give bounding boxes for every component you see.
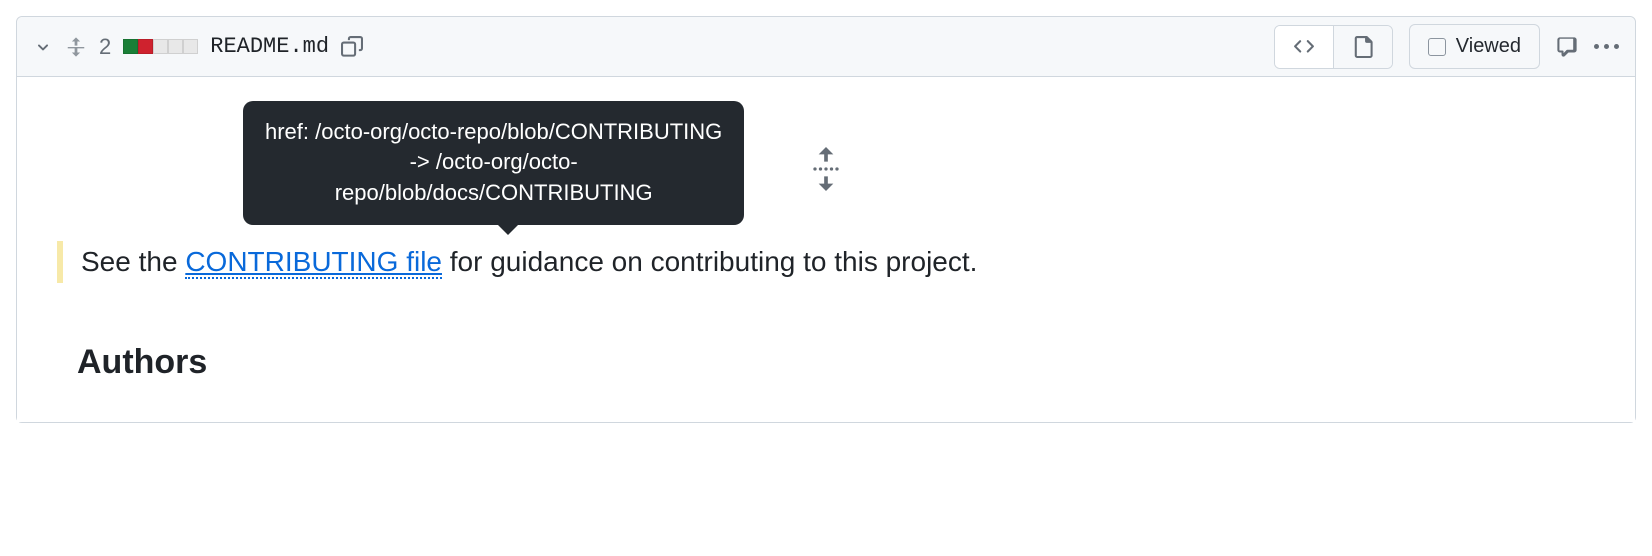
kebab-menu-icon[interactable] <box>1594 44 1619 49</box>
file-diff-container: 2 README.md Viewed <box>16 16 1636 423</box>
source-view-button[interactable] <box>1275 26 1333 68</box>
rich-view-button[interactable] <box>1333 26 1392 68</box>
filename-label[interactable]: README.md <box>210 34 329 59</box>
viewed-toggle-button[interactable]: Viewed <box>1409 24 1540 69</box>
contributing-link[interactable]: CONTRIBUTING file <box>185 246 442 279</box>
viewed-label: Viewed <box>1456 35 1521 58</box>
diff-text-prefix: See the <box>81 246 185 277</box>
file-header: 2 README.md Viewed <box>17 17 1635 77</box>
authors-heading: Authors <box>77 343 1635 382</box>
file-icon <box>1352 36 1374 58</box>
href-diff-tooltip: href: /octo-org/octo-repo/blob/CONTRIBUT… <box>243 101 744 225</box>
tooltip-line1: href: /octo-org/octo-repo/blob/CONTRIBUT… <box>265 117 722 148</box>
file-header-left: 2 README.md <box>33 34 363 60</box>
diff-text-suffix: for guidance on contributing to this pro… <box>442 246 977 277</box>
diff-add-block <box>123 39 138 54</box>
tooltip-line3: repo/blob/docs/CONTRIBUTING <box>265 178 722 209</box>
expand-updown-icon[interactable] <box>65 36 87 58</box>
diff-neutral-block <box>168 39 183 54</box>
code-icon <box>1293 36 1315 58</box>
diff-stat-bar <box>123 39 198 54</box>
chevron-down-icon[interactable] <box>33 37 53 57</box>
comment-icon[interactable] <box>1556 36 1578 58</box>
diff-neutral-block <box>153 39 168 54</box>
diff-neutral-block <box>183 39 198 54</box>
tooltip-line2: -> /octo-org/octo- <box>265 147 722 178</box>
diff-changed-line: href: /octo-org/octo-repo/blob/CONTRIBUT… <box>57 241 1595 283</box>
file-header-right: Viewed <box>1274 24 1619 69</box>
diff-del-block <box>138 39 153 54</box>
expand-context-icon[interactable] <box>811 147 841 191</box>
file-body: href: /octo-org/octo-repo/blob/CONTRIBUT… <box>17 77 1635 422</box>
viewed-checkbox[interactable] <box>1428 38 1446 56</box>
copy-icon[interactable] <box>341 36 363 58</box>
diff-change-count: 2 <box>99 34 111 60</box>
diff-view-toggle <box>1274 25 1393 69</box>
